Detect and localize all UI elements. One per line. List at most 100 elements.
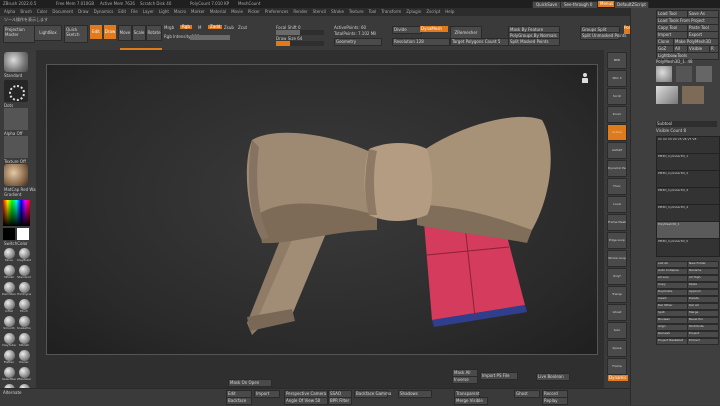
import-bottom-button[interactable]: Import xyxy=(254,390,280,398)
brush-claybuildup[interactable]: ClayBuildup xyxy=(17,248,31,264)
zsub-toggle[interactable]: Zsub xyxy=(224,26,234,30)
shelf-actual[interactable]: Actual xyxy=(607,124,627,141)
focal-shift-slider[interactable] xyxy=(276,30,324,35)
mask-on-open-button[interactable]: Mask On Open xyxy=(228,379,272,387)
target-polygons-slider[interactable]: Target Polygons Count 5 xyxy=(450,38,510,46)
menu-macro[interactable]: Macro xyxy=(174,10,186,14)
subtool-header[interactable]: Subtool xyxy=(656,121,717,127)
shelf-frame[interactable]: Frame xyxy=(607,358,627,375)
all-high-button[interactable]: All High xyxy=(687,275,719,282)
menu-stencil[interactable]: Stencil xyxy=(313,10,327,14)
import-ps-file-button[interactable]: Import PS File xyxy=(480,372,518,380)
brush-hpolish[interactable]: hPolish xyxy=(17,333,31,349)
shelf-scroll[interactable]: Scroll xyxy=(607,88,627,105)
menu-document[interactable]: Document xyxy=(52,10,73,14)
menu-layer[interactable]: Layer xyxy=(143,10,154,14)
menu-material[interactable]: Material xyxy=(210,10,226,14)
append-button[interactable]: Append xyxy=(687,289,719,296)
edit-mode-button[interactable]: Edit xyxy=(90,25,102,39)
standard-brush-thumb[interactable] xyxy=(4,52,28,72)
rename-button[interactable]: Rename xyxy=(687,268,719,275)
rgb-toggle[interactable]: Rgb xyxy=(180,25,192,29)
brush-hpolish[interactable]: hPolish xyxy=(2,265,16,281)
angle-of-view-slider[interactable]: Angle Of View 50 xyxy=(284,397,328,405)
project-bas-relief-button[interactable]: Project BasRelief xyxy=(656,338,688,345)
secondary-color-swatch[interactable] xyxy=(3,228,15,240)
brush-move[interactable]: Move xyxy=(2,248,16,264)
divide-button[interactable]: Divide xyxy=(392,26,422,34)
menus-toggle[interactable]: Menus xyxy=(598,1,616,7)
del-all-button[interactable]: Del All xyxy=(687,303,719,310)
move-mode-button[interactable]: Move xyxy=(118,25,132,41)
dynamic-bottom-toggle[interactable]: Dynamic xyxy=(608,375,628,381)
menu-edit[interactable]: Edit xyxy=(118,10,126,14)
project-button[interactable]: Project xyxy=(687,331,719,338)
insert-button[interactable]: Insert xyxy=(656,296,688,303)
backface-button[interactable]: Backface xyxy=(226,397,252,405)
active-tool-thumb[interactable] xyxy=(656,86,678,104)
distribute-button[interactable]: Distribute xyxy=(687,324,719,331)
geometry-button[interactable]: Geometry xyxy=(334,38,382,46)
orientation-gizmo-icon[interactable] xyxy=(581,73,589,83)
replay-button[interactable]: Replay xyxy=(542,397,568,405)
visible-count-slider[interactable]: Visible Count 8 xyxy=(656,129,686,133)
simplebrush-tool-thumb[interactable] xyxy=(696,66,712,82)
backface-gamma-button[interactable]: Backface Gamma xyxy=(354,390,391,398)
extract-button[interactable]: Extract xyxy=(687,338,719,345)
cylinder-tool-thumb[interactable] xyxy=(676,66,692,82)
zadd-toggle[interactable]: Zadd xyxy=(208,25,223,29)
menu-marker[interactable]: Marker xyxy=(191,10,205,14)
live-boolean-button[interactable]: Live Boolean xyxy=(536,373,570,381)
m-toggle[interactable]: M xyxy=(198,26,201,30)
menu-zplugin[interactable]: Zplugin xyxy=(406,10,421,14)
shelf-bpr[interactable]: BPR xyxy=(607,52,627,69)
shelf-edge-loop[interactable]: Edge Loop xyxy=(607,232,627,249)
shelf-aahalf[interactable]: AAHalf xyxy=(607,142,627,159)
brush-smooth[interactable]: Smooth xyxy=(2,316,16,332)
duplicate-button[interactable]: Duplicate xyxy=(656,289,688,296)
menu-preferences[interactable]: Preferences xyxy=(265,10,289,14)
shelf-solo[interactable]: Solo xyxy=(607,322,627,339)
align-button[interactable]: Align xyxy=(656,324,688,331)
menu-brush[interactable]: Brush xyxy=(20,10,32,14)
shelf-local[interactable]: Local xyxy=(607,196,627,213)
quick-sketch-button[interactable]: Quick Sketch xyxy=(64,25,88,43)
brush-flatten[interactable]: Flatten xyxy=(2,350,16,366)
split-masked-button[interactable]: Split Masked Points xyxy=(508,38,560,46)
dynamesh-button[interactable]: DynaMesh xyxy=(420,26,448,32)
rotate-mode-button[interactable]: Rotate xyxy=(146,25,162,41)
zcut-toggle[interactable]: Zcut xyxy=(238,26,247,30)
shelf-transp[interactable]: Transp xyxy=(607,286,627,303)
projection-master-button[interactable]: Projection Master xyxy=(3,25,35,43)
shelf-stroke-loop[interactable]: Stroke Loop xyxy=(607,250,627,267)
menu-transform[interactable]: Transform xyxy=(381,10,401,14)
mrgb-toggle[interactable]: Mrgb xyxy=(164,26,174,30)
brush-damstandard[interactable]: DamStandard xyxy=(2,282,16,298)
menu-tool[interactable]: Tool xyxy=(369,10,377,14)
shelf-frame-mesh[interactable]: Frame Mesh xyxy=(607,214,627,231)
brush-zmodeler[interactable]: ZModeler xyxy=(17,367,31,383)
polymesh-tool-thumb[interactable] xyxy=(656,66,672,82)
brush-claytubes[interactable]: ClayTubes xyxy=(2,333,16,349)
new-folder-button[interactable]: New Folder xyxy=(687,261,719,268)
paste-button[interactable]: Paste xyxy=(687,282,719,289)
subtool-row[interactable]: PM3D_Cylinder3D_5 xyxy=(656,238,720,257)
bow-tool-thumb[interactable] xyxy=(682,86,704,104)
auto-collapse-button[interactable]: Auto Collapse xyxy=(656,268,688,275)
lightbox-button[interactable]: LightBox xyxy=(34,25,62,41)
shelf-xpose[interactable]: Xpose xyxy=(607,340,627,357)
brush-planar[interactable]: Planar xyxy=(17,350,31,366)
menu-light[interactable]: Light xyxy=(159,10,169,14)
scale-mode-button[interactable]: Scale xyxy=(132,25,146,41)
list-all-button[interactable]: List All xyxy=(656,261,688,268)
menu-alpha[interactable]: Alpha xyxy=(4,10,15,14)
menu-help[interactable]: Help xyxy=(445,10,454,14)
split-unmasked-button[interactable]: Split Unmasked Points xyxy=(580,32,627,40)
menu-dynamics[interactable]: Dynamics xyxy=(94,10,114,14)
shelf-ghost[interactable]: Ghost xyxy=(607,304,627,321)
inverse-button[interactable]: Inverse xyxy=(452,376,478,384)
shelf-spix-3[interactable]: SPix 3 xyxy=(607,70,627,87)
ghost-button[interactable]: Ghost xyxy=(514,390,540,398)
copy-button[interactable]: Copy xyxy=(656,282,688,289)
menu-file[interactable]: File xyxy=(131,10,138,14)
